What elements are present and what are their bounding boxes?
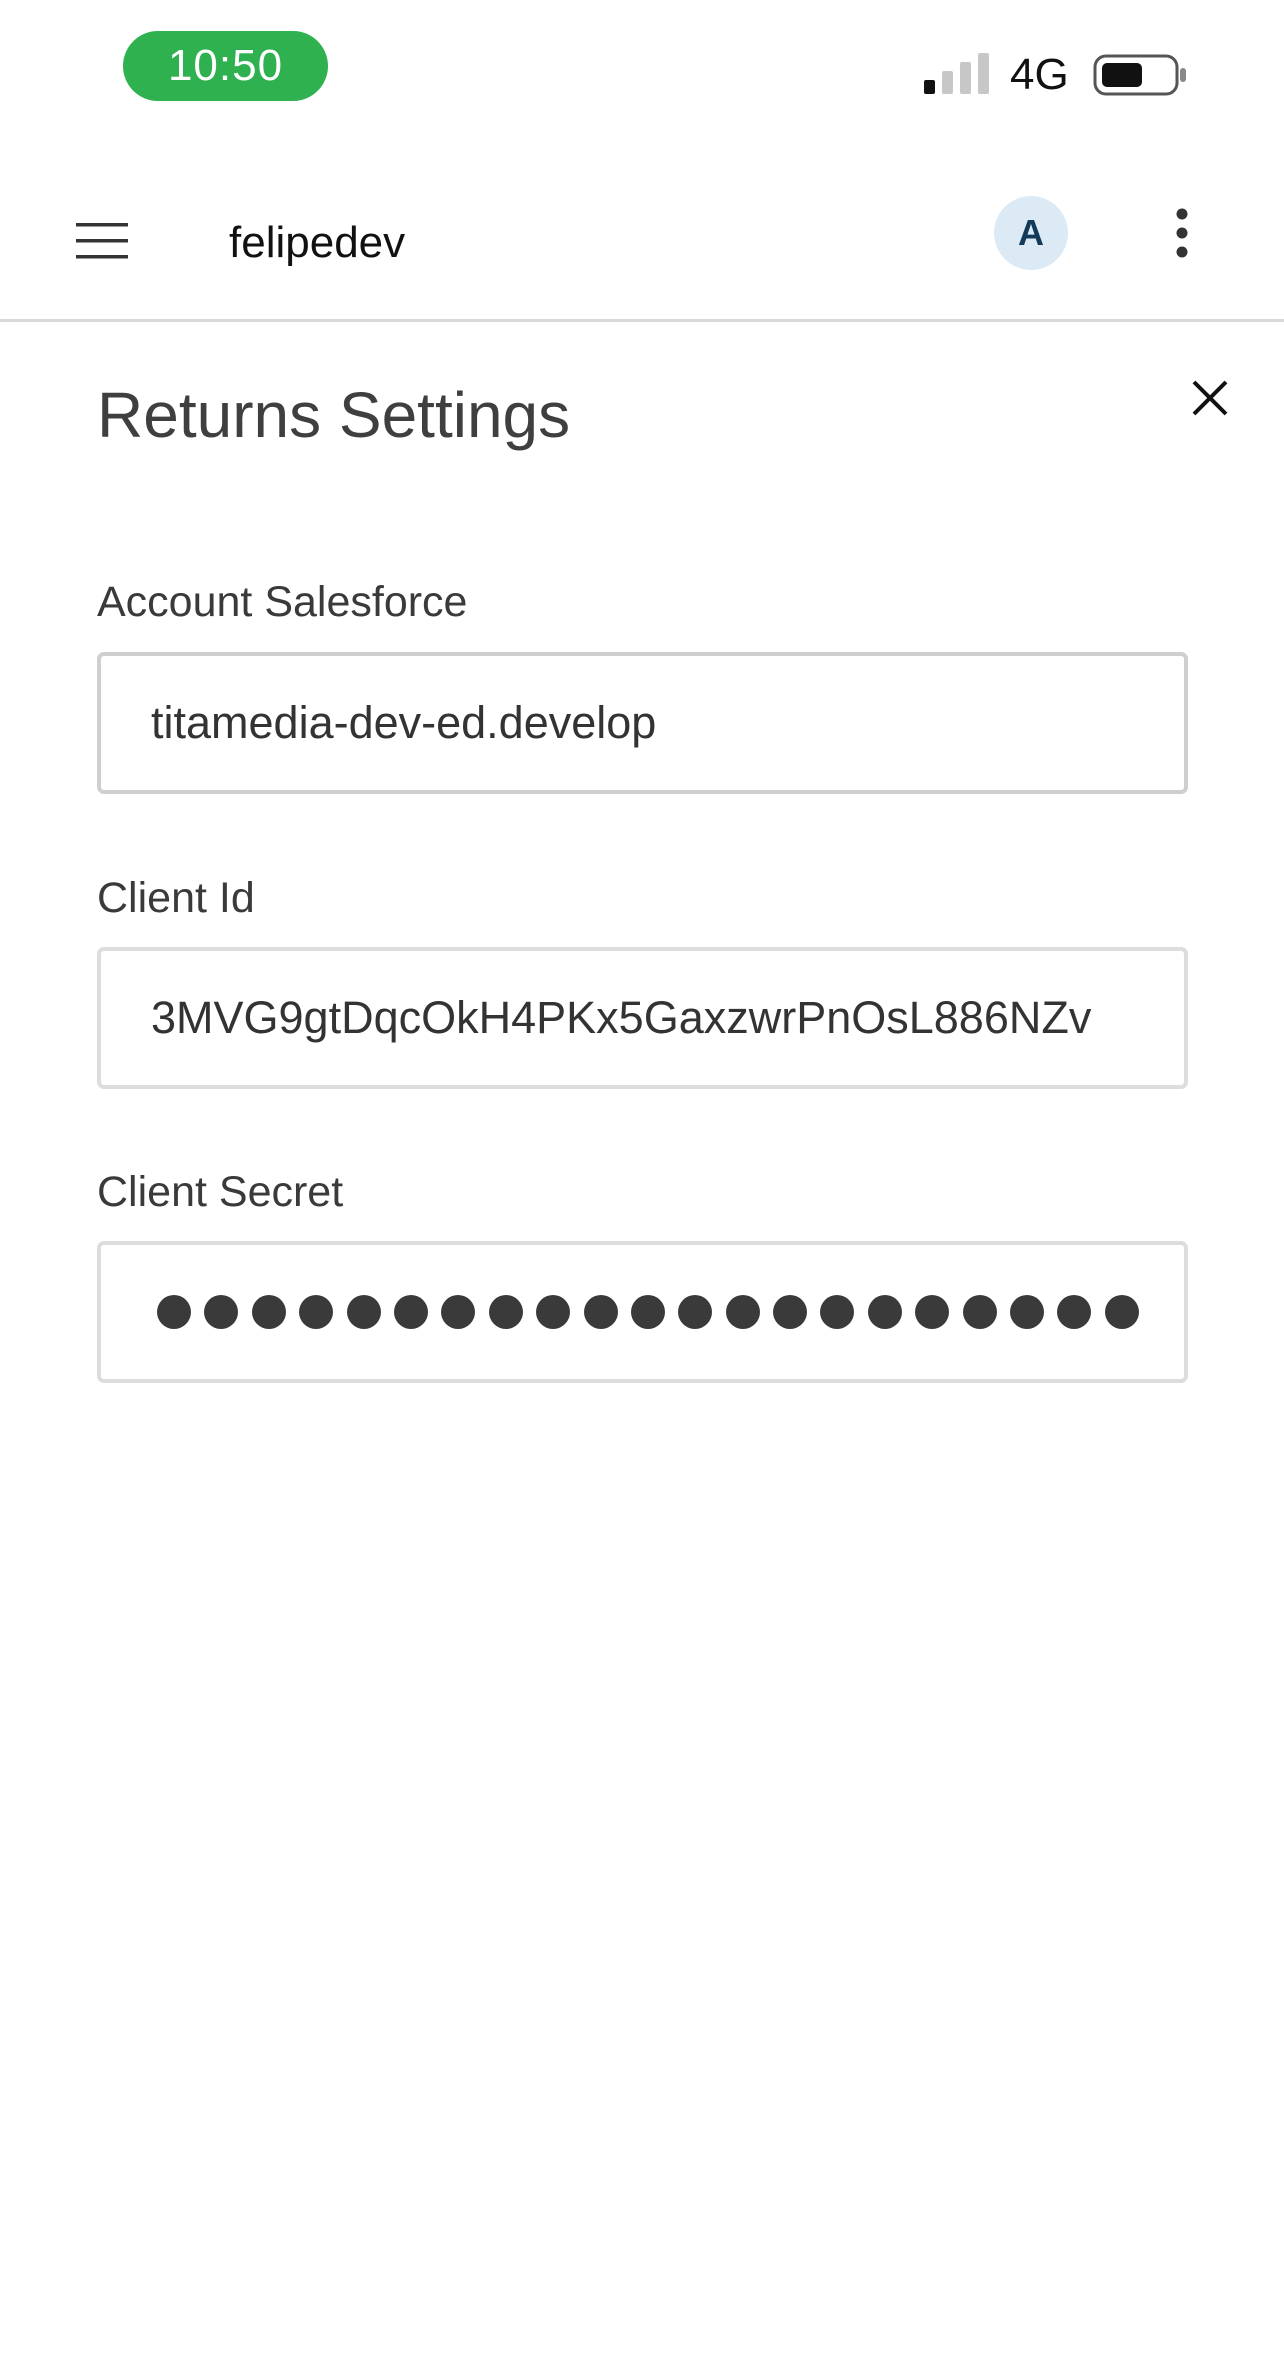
secret-mask-dot — [725, 1295, 760, 1329]
secret-mask-dot — [1104, 1295, 1139, 1329]
secret-mask-dot — [536, 1295, 571, 1329]
client-id-field[interactable]: 3MVG9gtDqcOkH4PKx5GaxzwrPnOsL886NZv — [97, 947, 1188, 1089]
secret-mask-dot — [299, 1295, 334, 1329]
battery-icon — [1093, 54, 1186, 96]
client-secret-masked-value — [157, 1245, 1139, 1379]
returns-settings-screen: 10:50 4G felipedev A Returns Settings Ac… — [0, 0, 1284, 2370]
menu-button[interactable] — [66, 205, 138, 277]
secret-mask-dot — [678, 1295, 713, 1329]
secret-mask-dot — [441, 1295, 476, 1329]
client-id-value: 3MVG9gtDqcOkH4PKx5GaxzwrPnOsL886NZv — [151, 992, 1092, 1043]
close-button[interactable] — [1182, 370, 1238, 426]
secret-mask-dot — [915, 1295, 950, 1329]
secret-mask-dot — [1057, 1295, 1092, 1329]
secret-mask-dot — [346, 1295, 381, 1329]
app-bar: felipedev A — [0, 178, 1284, 322]
client-secret-field[interactable] — [97, 1241, 1188, 1383]
secret-mask-dot — [488, 1295, 523, 1329]
client-id-label: Client Id — [97, 874, 255, 922]
hamburger-menu-icon — [76, 223, 128, 259]
signal-icon — [924, 53, 989, 94]
secret-mask-dot — [393, 1295, 428, 1329]
close-icon — [1192, 380, 1228, 416]
secret-mask-dot — [583, 1295, 618, 1329]
more-options-button[interactable] — [1150, 200, 1214, 266]
secret-mask-dot — [773, 1295, 808, 1329]
account-salesforce-field[interactable]: titamedia-dev-ed.develop — [97, 652, 1188, 794]
status-bar: 10:50 4G — [0, 0, 1284, 140]
avatar[interactable]: A — [994, 196, 1068, 270]
client-secret-label: Client Secret — [97, 1168, 344, 1216]
secret-mask-dot — [157, 1295, 191, 1329]
store-name: felipedev — [229, 218, 406, 267]
secret-mask-dot — [867, 1295, 902, 1329]
secret-mask-dot — [1010, 1295, 1045, 1329]
secret-mask-dot — [962, 1295, 997, 1329]
network-label: 4G — [1010, 50, 1069, 99]
page-title: Returns Settings — [97, 379, 571, 451]
account-salesforce-value: titamedia-dev-ed.develop — [151, 697, 657, 748]
account-salesforce-label: Account Salesforce — [97, 578, 468, 626]
secret-mask-dot — [204, 1295, 239, 1329]
more-vertical-icon — [1176, 208, 1188, 258]
secret-mask-dot — [630, 1295, 665, 1329]
secret-mask-dot — [820, 1295, 855, 1329]
secret-mask-dot — [251, 1295, 286, 1329]
status-time: 10:50 — [123, 31, 328, 101]
